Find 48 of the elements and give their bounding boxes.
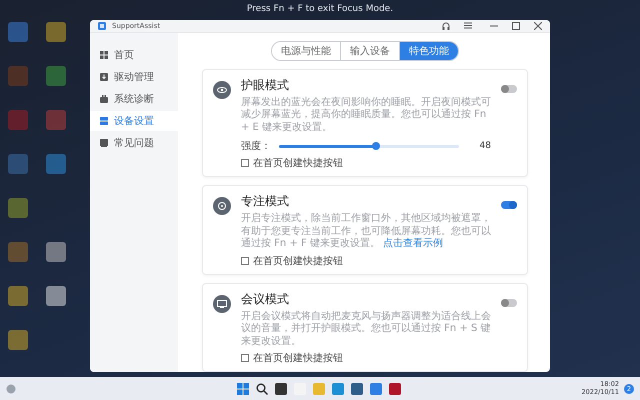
close-icon[interactable] [534, 22, 542, 30]
toggle-switch[interactable] [501, 298, 517, 306]
slider-track[interactable] [279, 144, 459, 148]
slider-label: 强度： [241, 140, 271, 153]
card-title: 护眼模式 [241, 76, 290, 94]
focus-mode-hint: Press Fn + F to exit Focus Mode. [246, 3, 394, 16]
slider-thumb[interactable] [372, 142, 380, 150]
app-icon[interactable] [388, 382, 401, 394]
card-title: 专注模式 [241, 193, 290, 210]
eye-icon [213, 80, 231, 98]
checkbox[interactable] [241, 354, 249, 362]
task-view-icon[interactable] [274, 382, 287, 394]
sidebar-item[interactable]: 首页 [90, 44, 178, 64]
search-icon[interactable] [256, 382, 268, 394]
browser-icon[interactable] [332, 382, 344, 394]
checkbox-label: 在首页创建快捷按钮 [253, 352, 343, 365]
checkbox[interactable] [241, 159, 249, 167]
download-box-icon [100, 72, 108, 80]
minimize-icon[interactable] [490, 24, 498, 27]
sidebar-item[interactable]: 常见问题 [90, 132, 178, 152]
menu-icon[interactable] [464, 22, 472, 30]
windows-start-icon[interactable] [236, 382, 249, 394]
store-icon[interactable] [350, 382, 363, 394]
card-description: 开启专注模式，除当前工作窗口外，其他区域均被遮罩，有助于您更专注当前工作，也可降低屏幕功耗。您也可以通过按 Fn + F 键来更改设置。 点击查看示例 [241, 213, 491, 250]
checkbox-label: 在首页创建快捷按钮 [253, 156, 343, 170]
sidebar-item[interactable]: 系统诊断 [90, 88, 178, 108]
monitor-icon [213, 294, 231, 312]
app-icon[interactable] [370, 382, 382, 394]
device-settings-icon [100, 116, 108, 124]
maximize-icon[interactable] [512, 22, 520, 30]
example-link[interactable]: 点击查看示例 [383, 238, 444, 249]
slider-value: 48 [478, 141, 491, 151]
tab[interactable]: 特色功能 [399, 42, 458, 60]
checkbox[interactable] [241, 256, 249, 264]
toolbox-icon [100, 94, 108, 102]
focus-icon [213, 197, 231, 215]
toggle-switch[interactable] [501, 84, 517, 92]
grid-icon [100, 50, 108, 58]
sidebar-item[interactable]: 驱动管理 [90, 66, 178, 86]
sidebar-item[interactable]: 设备设置 [90, 110, 178, 130]
card-description: 屏幕发出的蓝光会在夜间影响你的睡眠。开启夜间模式可减少屏幕蓝光，提高你的睡眠质量。您也可以通过按 Fn + E 键来更改设置。 [241, 96, 491, 134]
weather-icon[interactable] [6, 384, 16, 394]
headset-icon[interactable] [442, 22, 450, 30]
book-icon [100, 138, 108, 146]
card-description: 开启会议模式将自动把麦克风与扬声器调整为适合线上会议的音量，并打开护眼模式。您也可以通过按 Fn + S 键来更改设置。 [241, 310, 491, 348]
checkbox-label: 在首页创建快捷按钮 [253, 254, 343, 268]
card-title: 会议模式 [241, 290, 290, 308]
toggle-switch[interactable] [501, 201, 517, 209]
